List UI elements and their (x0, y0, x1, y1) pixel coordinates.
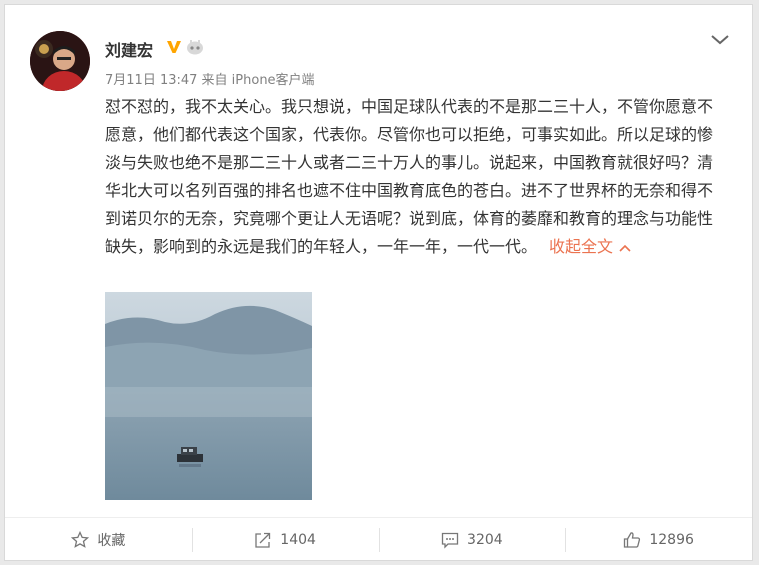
post-text: 怼不怼的，我不太关心。我只想说，中国足球队代表的不是那二三十人，不管你愿意不愿意… (105, 93, 725, 261)
comment-icon (441, 532, 459, 549)
share-icon (255, 532, 271, 548)
member-badge-icon[interactable] (186, 39, 204, 55)
favorite-label: 收藏 (97, 533, 126, 549)
repost-count: 1404 (280, 532, 316, 548)
collapse-text-link[interactable]: 收起全文 (549, 237, 631, 256)
favorite-button[interactable]: 收藏 (5, 518, 192, 562)
avatar[interactable] (30, 31, 90, 91)
chevron-up-icon (619, 244, 631, 252)
weibo-post-card: 刘建宏 7月11日 13:47 来自 iPhone客户端 怼不怼的，我不太关心。… (4, 4, 753, 561)
avatar-image (30, 31, 90, 91)
comment-count: 3204 (467, 532, 503, 548)
chevron-down-icon[interactable] (709, 31, 731, 47)
star-icon (71, 531, 90, 548)
like-count: 12896 (649, 532, 694, 548)
action-bar: 收藏 1404 3204 12896 (5, 517, 752, 562)
username[interactable]: 刘建宏 (105, 37, 153, 61)
thumbs-up-icon (624, 532, 641, 548)
collapse-label: 收起全文 (549, 237, 614, 256)
misty-lake-photo (105, 292, 312, 500)
comment-button[interactable]: 3204 (378, 518, 566, 562)
post-image[interactable] (105, 292, 312, 500)
post-body: 怼不怼的，我不太关心。我只想说，中国足球队代表的不是那二三十人，不管你愿意不愿意… (105, 97, 714, 256)
repost-button[interactable]: 1404 (191, 518, 379, 562)
like-button[interactable]: 12896 (565, 518, 752, 562)
verified-icon (167, 41, 181, 53)
post-meta: 7月11日 13:47 来自 iPhone客户端 (105, 73, 315, 88)
